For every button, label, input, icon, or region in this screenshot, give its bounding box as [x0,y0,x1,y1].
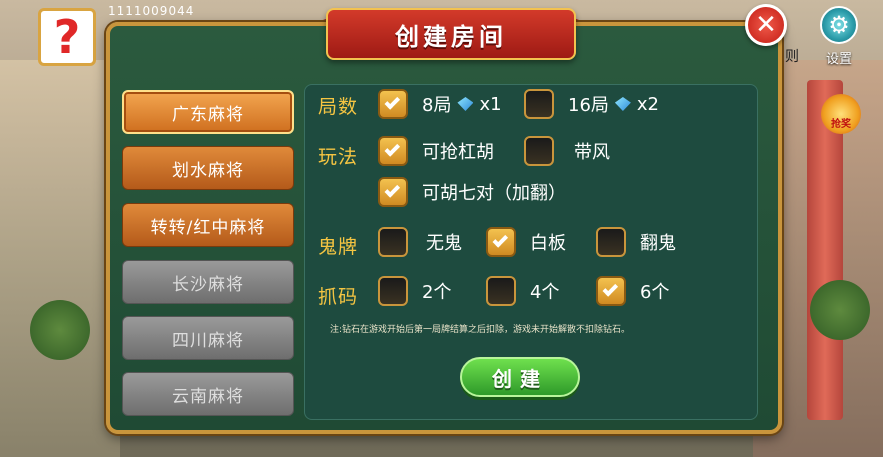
tab-zhuanzhuan-hongzhong-mahjong[interactable]: 转转/红中麻将 [122,203,294,247]
dai-feng-label: 带风 [574,142,610,163]
account-id: 1111009044 [108,4,195,18]
hu-qi-dui-option[interactable]: 可胡七对（加翻） [378,177,566,207]
dialog-title: 创建房间 [326,8,576,60]
horse-4-option[interactable]: 4个 [486,276,559,306]
tab-guangdong-mahjong[interactable]: 广东麻将 [122,90,294,134]
gear-icon: ⚙ [820,6,858,44]
background-left-wall [0,60,120,457]
close-button[interactable]: ✕ [745,4,787,46]
help-button[interactable]: ? [38,8,96,66]
round-8-option[interactable]: 8局 x1 [378,89,502,119]
tab-sichuan-mahjong: 四川麻将 [122,316,294,360]
horse-6-label: 6个 [640,282,670,303]
no-ghost-checkbox[interactable] [378,227,408,257]
round-16-option[interactable]: 16局 x2 [524,89,659,119]
round-8-cost: x1 [479,93,502,115]
diamond-icon [457,97,474,111]
bai-ban-option[interactable]: 白板 [486,227,566,257]
settings-label: 设置 [825,52,852,67]
question-mark-icon: ? [53,10,81,64]
horse-6-checkbox[interactable] [596,276,626,306]
background-tree [30,300,90,360]
fan-gui-checkbox[interactable] [596,227,626,257]
bai-ban-label: 白板 [530,233,566,254]
diamond-icon [614,97,631,111]
fan-gui-option[interactable]: 翻鬼 [596,227,676,257]
play-mode-label: 玩法 [318,146,359,168]
qiang-gang-hu-checkbox[interactable] [378,136,408,166]
cropped-label: 则 [785,49,799,65]
qiang-gang-hu-label: 可抢杠胡 [422,142,494,163]
round-16-label: 16局 [568,95,609,116]
round-16-cost: x2 [636,93,660,115]
round-16-checkbox[interactable] [524,89,554,119]
round-8-checkbox[interactable] [378,89,408,119]
round-8-label: 8局 [422,95,452,116]
tab-yunnan-mahjong: 云南麻将 [122,372,294,416]
horse-4-label: 4个 [530,282,560,303]
fan-gui-label: 翻鬼 [640,233,676,254]
horse-2-label: 2个 [422,282,452,303]
close-icon: ✕ [755,10,777,40]
rounds-label: 局数 [318,96,359,118]
no-ghost-label: 无鬼 [426,233,462,254]
horse-4-checkbox[interactable] [486,276,516,306]
horse-2-checkbox[interactable] [378,276,408,306]
horse-2-option[interactable]: 2个 [378,276,451,306]
tab-huashui-mahjong[interactable]: 划水麻将 [122,146,294,190]
qiang-gang-hu-option[interactable]: 可抢杠胡 [378,136,494,166]
create-button[interactable]: 创建 [460,357,580,397]
hu-qi-dui-checkbox[interactable] [378,177,408,207]
lucky-bag-button[interactable]: 抢奖 [821,94,861,134]
ghost-tile-label: 鬼牌 [318,236,359,258]
horse-code-label: 抓码 [318,286,359,308]
hu-qi-dui-label: 可胡七对（加翻） [422,183,566,204]
settings-button[interactable]: ⚙ 设置 [817,6,861,67]
dai-feng-option[interactable]: 带风 [524,136,610,166]
no-ghost-option[interactable]: 无鬼 [378,227,462,257]
background-tree [810,280,870,340]
lucky-bag-label: 抢奖 [831,119,851,130]
horse-6-option[interactable]: 6个 [596,276,669,306]
dai-feng-checkbox[interactable] [524,136,554,166]
bai-ban-checkbox[interactable] [486,227,516,257]
tab-changsha-mahjong: 长沙麻将 [122,260,294,304]
diamond-deduction-note: 注:钻石在游戏开始后第一局牌结算之后扣除，游戏未开始解散不扣除钻石。 [330,325,631,335]
